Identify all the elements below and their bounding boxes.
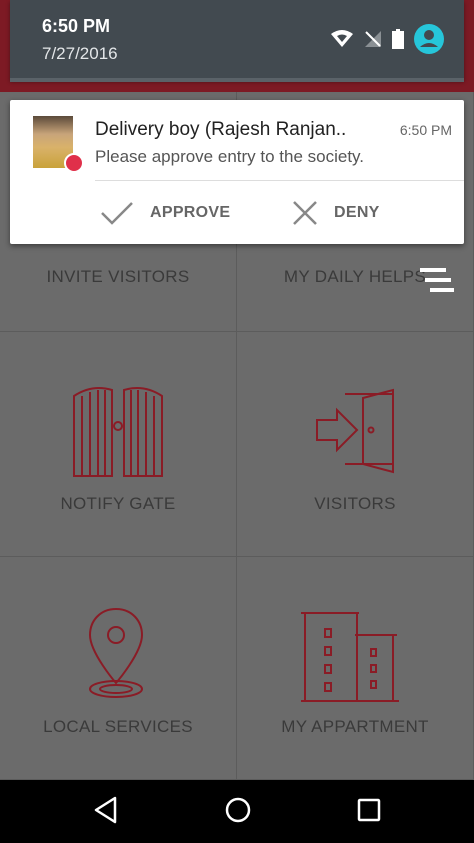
approve-label: APPROVE — [150, 204, 231, 221]
notification-shade-header: 6:50 PM 7/27/2016 — [10, 0, 464, 80]
deny-label: DENY — [334, 204, 380, 221]
map-pin-icon — [88, 607, 144, 698]
deny-button[interactable]: DENY — [292, 198, 380, 228]
local-services-tile[interactable]: LOCAL SERVICES — [0, 557, 237, 780]
status-icons — [330, 24, 444, 54]
shade-divider — [10, 78, 464, 82]
app-badge-icon — [64, 153, 84, 173]
notification-text: Please approve entry to the society. — [95, 147, 365, 166]
check-icon — [101, 202, 133, 225]
status-date[interactable]: 7/27/2016 — [42, 44, 118, 64]
navigation-bar — [0, 780, 474, 843]
battery-icon — [392, 29, 404, 49]
notify-gate-tile[interactable]: NOTIFY GATE — [0, 332, 237, 557]
visitors-label: VISITORS — [314, 494, 396, 513]
gate-icon — [73, 387, 163, 477]
notification-time: 6:50 PM — [399, 122, 452, 138]
my-appartment-tile[interactable]: MY APPARTMENT — [237, 557, 474, 780]
wifi-icon — [331, 30, 353, 47]
close-icon — [293, 201, 317, 225]
approve-button[interactable]: APPROVE — [100, 198, 230, 228]
status-time: 6:50 PM — [42, 16, 111, 36]
recents-icon[interactable] — [357, 798, 381, 822]
home-icon[interactable] — [224, 796, 252, 824]
invite-visitors-label: INVITE VISITORS — [46, 267, 190, 286]
building-icon — [301, 612, 399, 702]
back-icon[interactable] — [93, 796, 119, 824]
notification-title: Delivery boy (Rajesh Ranjan.. — [95, 119, 347, 140]
my-appartment-label: MY APPARTMENT — [281, 717, 429, 736]
door-enter-icon — [316, 388, 394, 474]
no-signal-icon — [365, 31, 381, 47]
delivery-notification[interactable]: Delivery boy (Rajesh Ranjan.. 6:50 PM Pl… — [10, 100, 464, 244]
local-services-label: LOCAL SERVICES — [43, 717, 193, 736]
notification-divider — [95, 180, 464, 181]
notify-gate-label: NOTIFY GATE — [60, 494, 176, 513]
menu-lines-icon[interactable] — [420, 268, 454, 292]
visitors-tile[interactable]: VISITORS — [237, 332, 474, 557]
account-icon[interactable] — [414, 24, 444, 54]
